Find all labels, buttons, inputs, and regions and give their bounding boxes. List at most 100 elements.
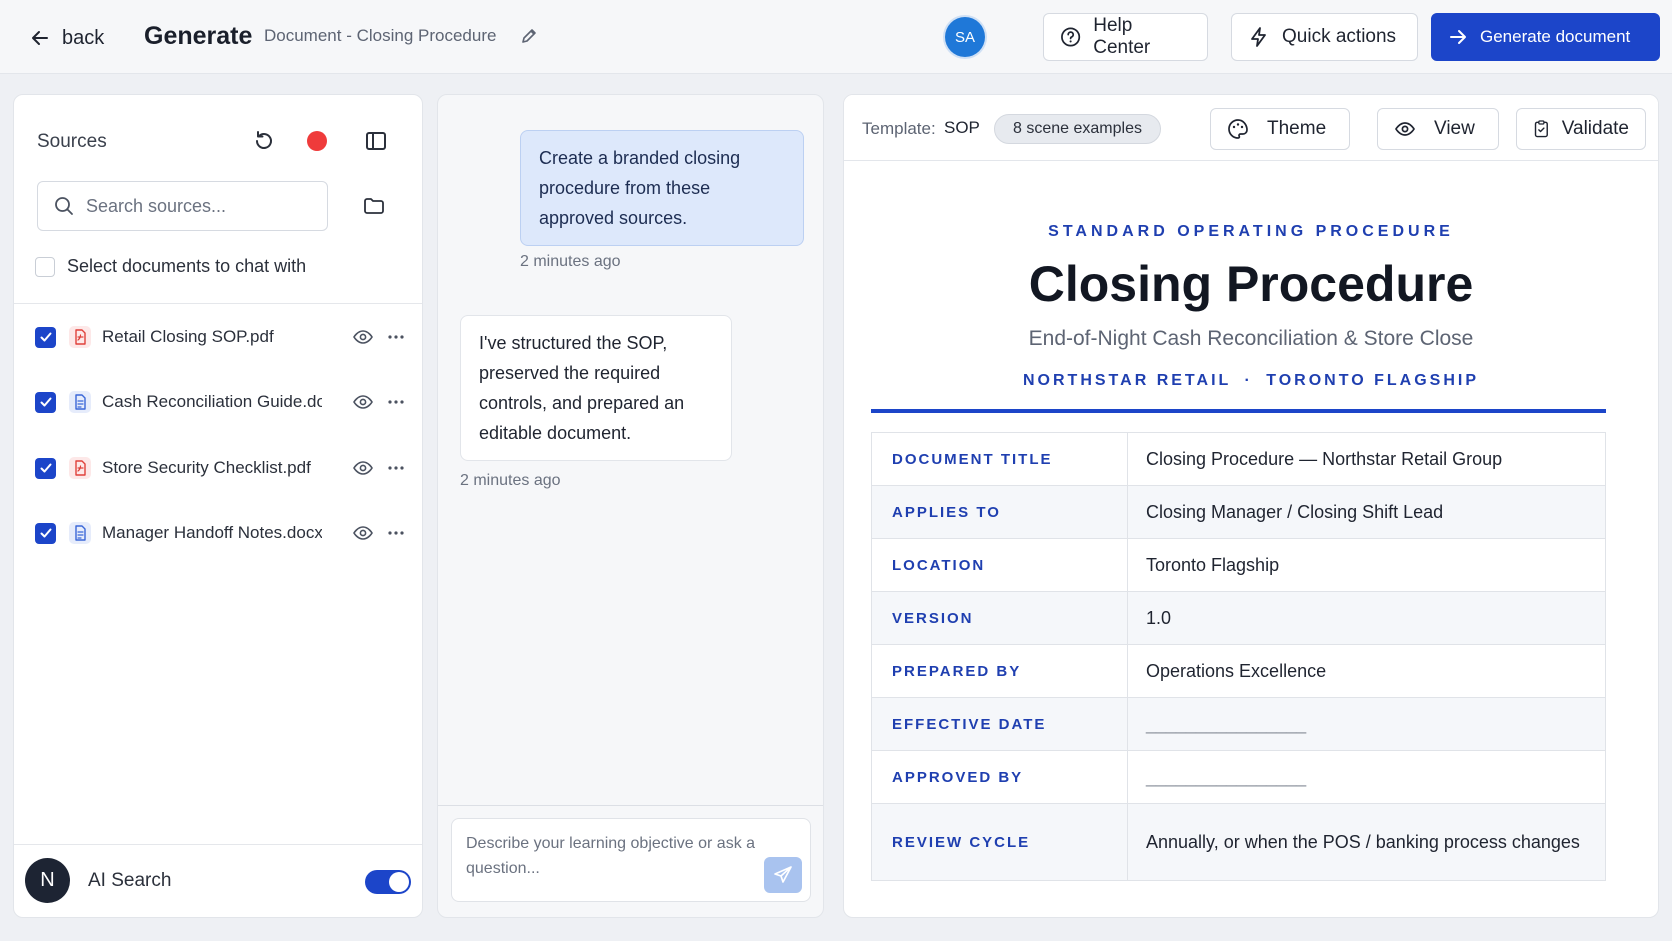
document-metadata-table: DOCUMENT TITLE Closing Procedure — Norths…	[871, 432, 1606, 881]
more-horizontal-icon[interactable]	[386, 523, 406, 543]
meta-key: VERSION	[871, 591, 1128, 645]
meta-value[interactable]: Closing Manager / Closing Shift Lead	[1127, 485, 1606, 539]
select-all-row[interactable]: Select documents to chat with	[35, 256, 306, 277]
folder-icon[interactable]	[360, 192, 388, 220]
table-row: VERSION 1.0	[871, 591, 1606, 645]
sidebar-toggle-icon[interactable]	[362, 127, 390, 155]
ai-search-toggle[interactable]	[365, 870, 411, 894]
document-kicker: STANDARD OPERATING PROCEDURE	[1048, 223, 1454, 240]
table-row: DOCUMENT TITLE Closing Procedure — Norths…	[871, 432, 1606, 486]
divider	[14, 844, 422, 845]
eye-icon[interactable]	[352, 392, 374, 412]
check-icon	[40, 463, 51, 473]
source-file-row[interactable]: Store Security Checklist.pdf	[35, 453, 405, 483]
meta-value[interactable]: 1.0	[1127, 591, 1606, 645]
source-file-row[interactable]: Manager Handoff Notes.docx	[35, 518, 405, 548]
generate-document-button[interactable]: Generate document	[1431, 13, 1660, 61]
check-icon	[40, 332, 51, 342]
eye-icon[interactable]	[352, 327, 374, 347]
lightning-icon	[1251, 27, 1266, 47]
document-subtitle: End-of-Night Cash Reconciliation & Store…	[1028, 327, 1474, 350]
help-circle-icon	[1061, 27, 1081, 47]
document-title: Closing Procedure	[1028, 256, 1474, 312]
location-name: TORONTO FLAGSHIP	[1266, 372, 1479, 389]
refresh-icon[interactable]	[250, 127, 278, 155]
meta-value[interactable]: Annually, or when the POS / banking proc…	[1127, 803, 1606, 881]
meta-value[interactable]: ________________	[1127, 697, 1606, 751]
meta-value[interactable]: Closing Procedure — Northstar Retail Gro…	[1127, 432, 1606, 486]
divider	[438, 805, 823, 806]
message-timestamp: 2 minutes ago	[460, 472, 561, 489]
back-button[interactable]: back	[30, 24, 104, 52]
file-name: Cash Reconciliation Guide.docx	[102, 392, 322, 411]
document-toolbar: Template: SOP 8 scene examples Theme Vie…	[844, 95, 1658, 161]
meta-key: DOCUMENT TITLE	[871, 432, 1128, 486]
divider	[14, 303, 422, 304]
table-row: APPLIES TO Closing Manager / Closing Shif…	[871, 485, 1606, 539]
separator-dot: ·	[1244, 372, 1253, 389]
help-center-label: Help Center	[1093, 15, 1151, 58]
quick-actions-button[interactable]: Quick actions	[1231, 13, 1418, 61]
pencil-icon[interactable]	[520, 27, 538, 45]
docx-file-icon	[69, 522, 91, 544]
file-name: Store Security Checklist.pdf	[102, 458, 311, 477]
document-panel: Template: SOP 8 scene examples Theme Vie…	[843, 94, 1659, 918]
meta-key: APPLIES TO	[871, 485, 1128, 539]
assistant-avatar: N	[25, 858, 70, 903]
table-row: PREPARED BY Operations Excellence	[871, 644, 1606, 698]
validate-button[interactable]: Validate	[1516, 108, 1646, 150]
view-button[interactable]: View	[1377, 108, 1499, 150]
table-row: EFFECTIVE DATE ________________	[871, 697, 1606, 751]
table-row: APPROVED BY ________________	[871, 750, 1606, 804]
more-horizontal-icon[interactable]	[386, 327, 406, 347]
organization-name: NORTHSTAR RETAIL	[1023, 372, 1231, 389]
back-label: back	[62, 26, 105, 49]
chat-panel: Create a branded closing procedure from …	[437, 94, 824, 918]
eye-icon[interactable]	[352, 523, 374, 543]
more-horizontal-icon[interactable]	[386, 392, 406, 412]
file-checkbox[interactable]	[35, 326, 56, 348]
meta-value[interactable]: ________________	[1127, 750, 1606, 804]
template-label: Template:	[862, 119, 936, 138]
palette-icon	[1228, 119, 1248, 139]
assistant-message: I've structured the SOP, preserved the r…	[460, 315, 732, 461]
meta-key: EFFECTIVE DATE	[871, 697, 1128, 751]
meta-value[interactable]: Toronto Flagship	[1127, 538, 1606, 592]
eye-icon[interactable]	[352, 458, 374, 478]
generate-document-label: Generate document	[1480, 27, 1631, 46]
meta-key: REVIEW CYCLE	[871, 803, 1128, 881]
select-all-checkbox[interactable]	[35, 256, 55, 277]
theme-button[interactable]: Theme	[1210, 108, 1350, 150]
source-file-row[interactable]: Cash Reconciliation Guide.docx	[35, 387, 405, 417]
file-name: Retail Closing SOP.pdf	[102, 327, 274, 346]
source-file-row[interactable]: Retail Closing SOP.pdf	[35, 322, 405, 352]
scene-examples-pill[interactable]: 8 scene examples	[994, 114, 1161, 144]
send-button[interactable]	[764, 857, 802, 893]
more-horizontal-icon[interactable]	[386, 458, 406, 478]
page-title: Generate	[144, 22, 253, 50]
meta-key: PREPARED BY	[871, 644, 1128, 698]
chat-input[interactable]	[466, 831, 756, 887]
file-checkbox[interactable]	[35, 391, 56, 413]
theme-label: Theme	[1267, 118, 1327, 139]
document-name: Document - Closing Procedure	[264, 26, 497, 45]
validate-label: Validate	[1561, 118, 1629, 139]
pdf-file-icon	[69, 457, 91, 479]
send-icon	[774, 866, 792, 883]
help-center-button[interactable]: Help Center	[1043, 13, 1208, 61]
search-sources-field[interactable]	[37, 181, 328, 231]
top-bar: back Generate Document - Closing Procedu…	[0, 0, 1672, 74]
check-icon	[40, 397, 51, 407]
arrow-left-icon	[32, 31, 48, 45]
file-checkbox[interactable]	[35, 522, 56, 544]
file-checkbox[interactable]	[35, 457, 56, 479]
record-button[interactable]	[304, 128, 330, 154]
ai-search-row: N AI Search	[25, 858, 411, 904]
docx-file-icon	[69, 391, 91, 413]
view-label: View	[1434, 118, 1475, 139]
search-sources-input[interactable]	[86, 195, 306, 217]
organization-line: NORTHSTAR RETAIL · TORONTO FLAGSHIP	[844, 372, 1658, 390]
table-row: LOCATION Toronto Flagship	[871, 538, 1606, 592]
user-avatar[interactable]: SA	[945, 17, 985, 57]
meta-value[interactable]: Operations Excellence	[1127, 644, 1606, 698]
